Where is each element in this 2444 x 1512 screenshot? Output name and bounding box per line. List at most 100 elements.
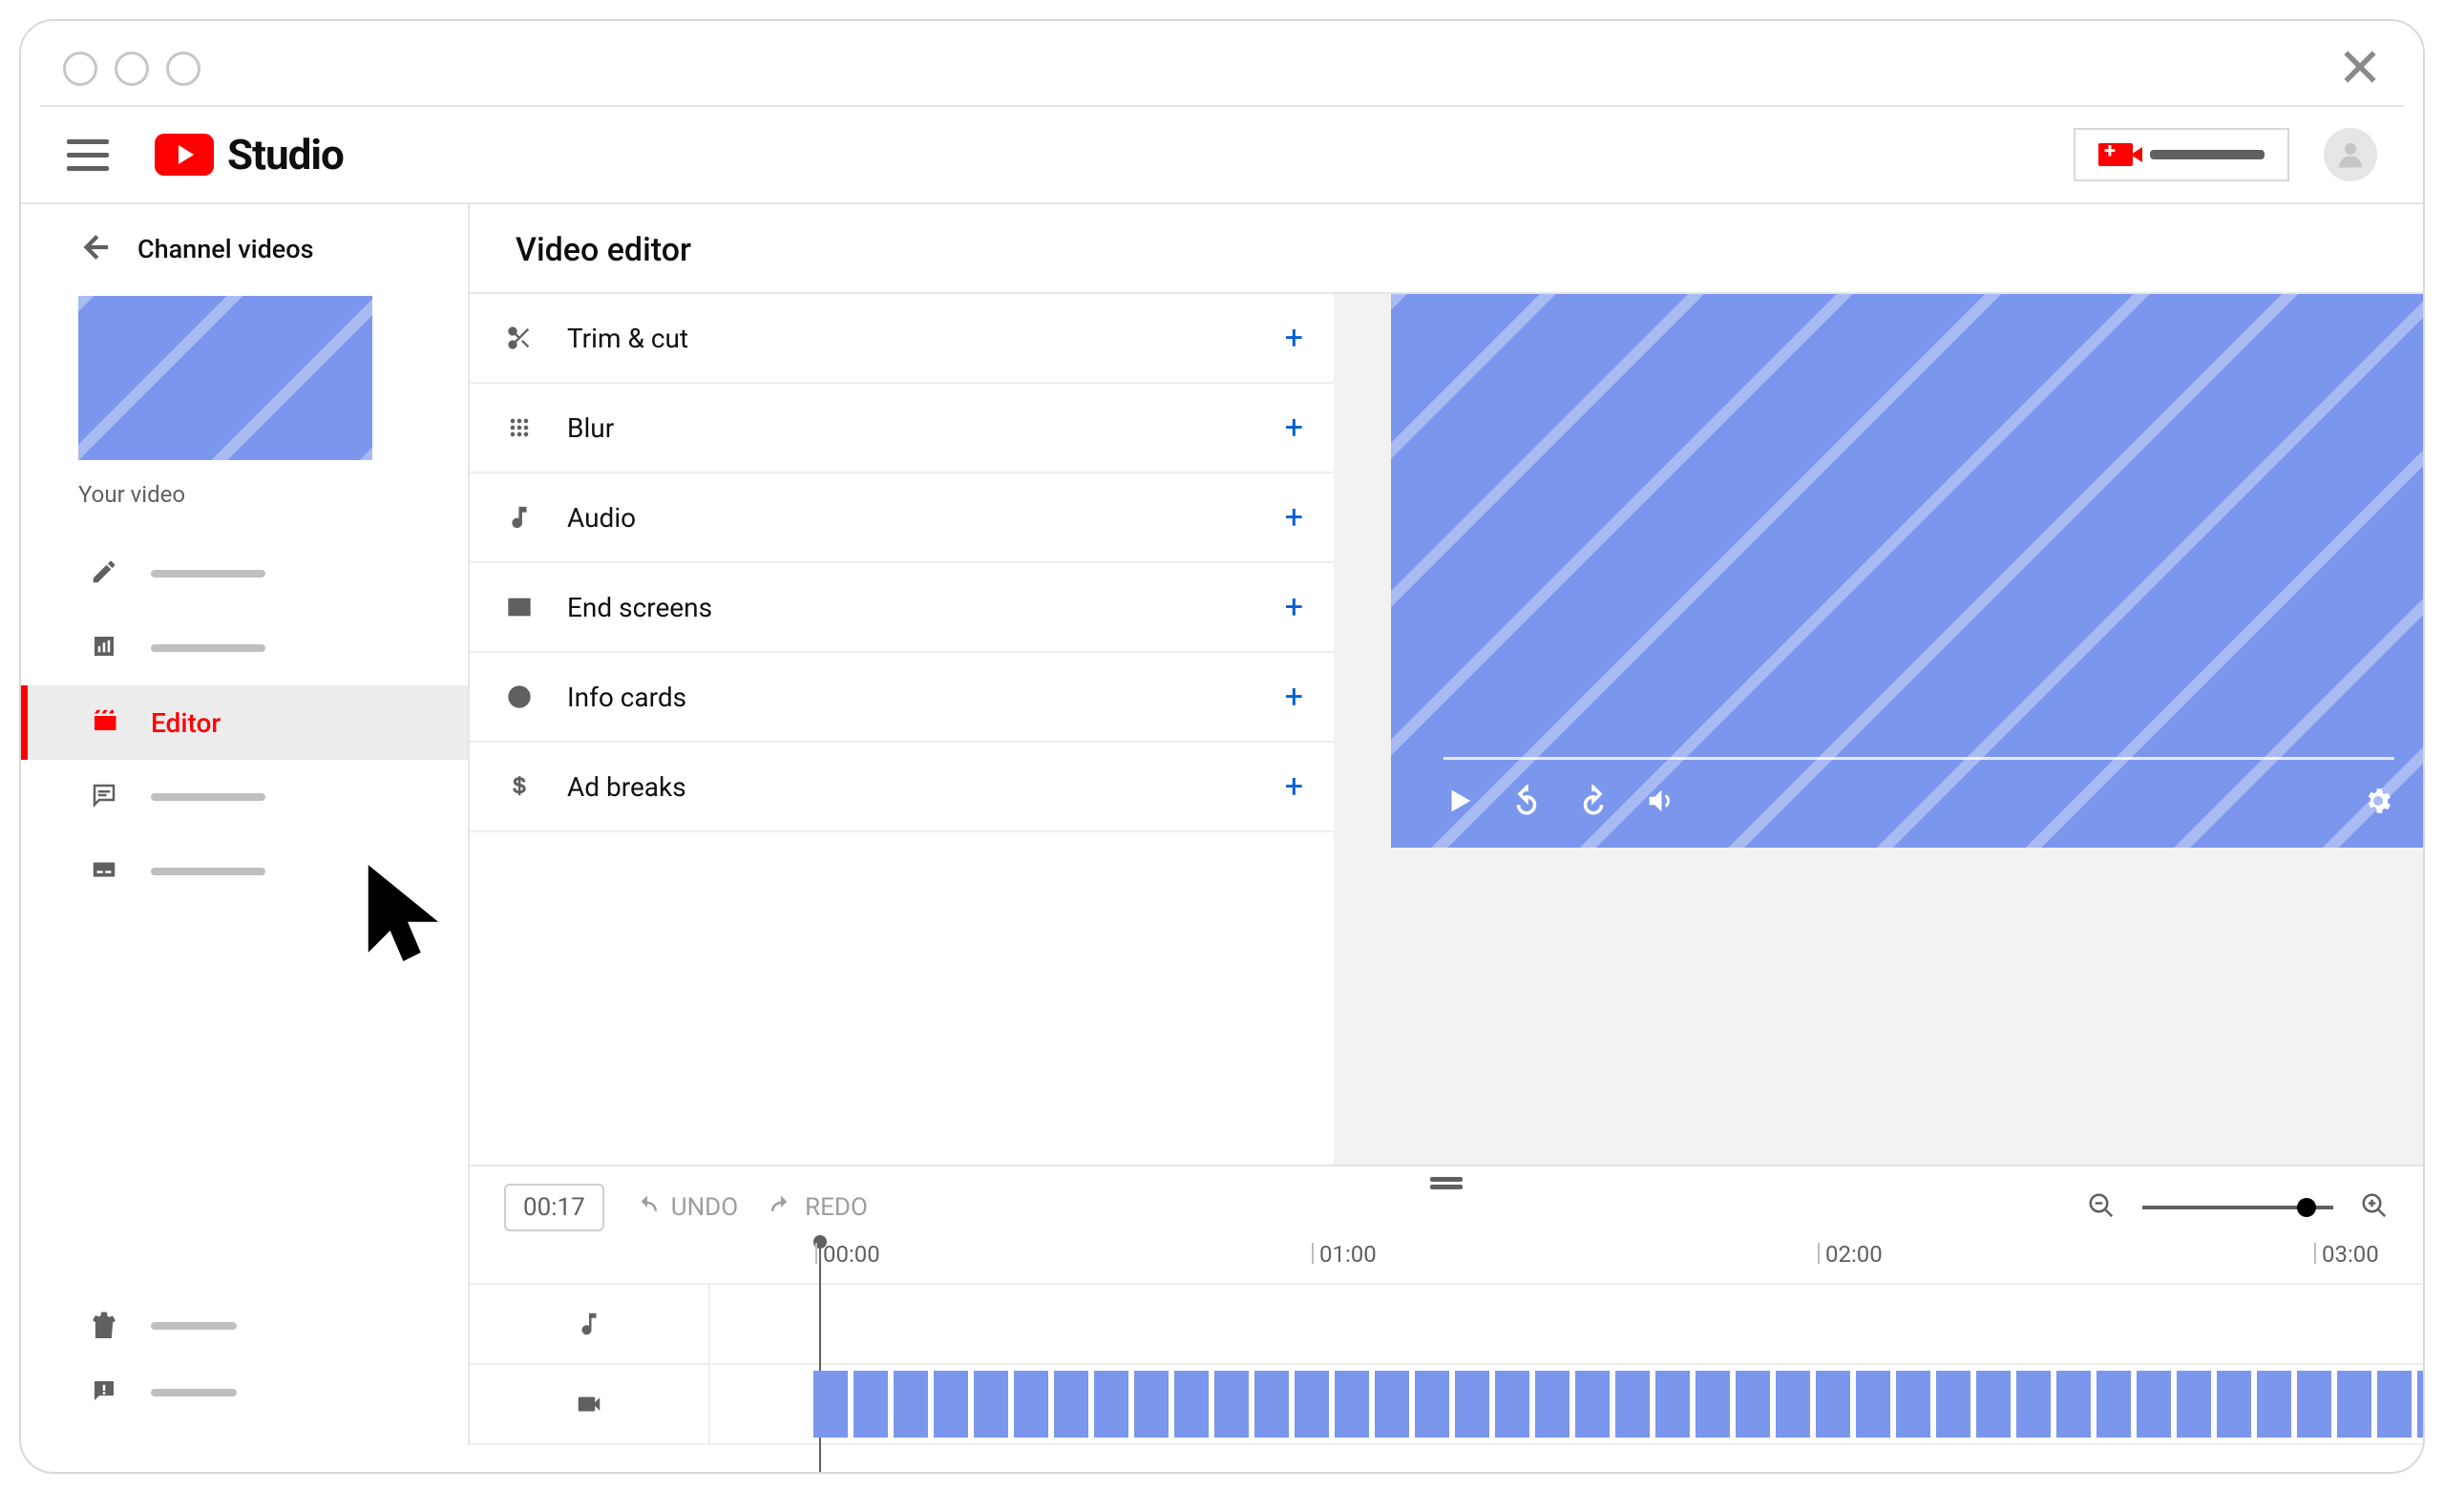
sidebar-item-details[interactable] bbox=[21, 536, 468, 611]
nav-label-placeholder bbox=[151, 1389, 237, 1396]
timeline-tracks bbox=[470, 1283, 2423, 1445]
tool-label: Blur bbox=[567, 412, 614, 444]
subtitles-icon bbox=[90, 855, 118, 888]
menu-icon[interactable] bbox=[67, 139, 109, 171]
ruler-tick: 00:00 bbox=[823, 1241, 880, 1268]
progress-line[interactable] bbox=[1443, 757, 2394, 760]
create-button[interactable] bbox=[2074, 128, 2289, 181]
sidebar-item-feedback[interactable] bbox=[21, 1359, 468, 1426]
add-icon[interactable]: + bbox=[1285, 588, 1303, 626]
preview-wrap bbox=[1334, 292, 2423, 1165]
ruler-tick: 02:00 bbox=[1825, 1241, 1883, 1268]
ruler-tick: 03:00 bbox=[2322, 1241, 2379, 1268]
video-track[interactable] bbox=[470, 1365, 2423, 1445]
play-icon[interactable] bbox=[1443, 785, 1476, 821]
sidebar-bottom-nav bbox=[21, 1292, 468, 1426]
tool-label: End screens bbox=[567, 592, 712, 623]
editor-clapper-icon bbox=[90, 706, 118, 739]
video-track-icon bbox=[470, 1365, 710, 1443]
sidebar-item-analytics[interactable] bbox=[21, 611, 468, 685]
audio-track[interactable] bbox=[470, 1285, 2423, 1365]
add-icon[interactable]: + bbox=[1285, 319, 1303, 357]
zoom-out-icon[interactable] bbox=[2087, 1191, 2116, 1224]
video-clip[interactable] bbox=[813, 1371, 2423, 1438]
traffic-lights bbox=[63, 52, 200, 86]
nav-label: Editor bbox=[151, 707, 221, 739]
back-label: Channel videos bbox=[137, 234, 313, 264]
app-body: Channel videos Your video bbox=[21, 204, 2423, 1445]
traffic-dot[interactable] bbox=[63, 52, 97, 86]
tool-blur[interactable]: Blur + bbox=[470, 384, 1334, 473]
timecode-input[interactable]: 00:17 bbox=[504, 1184, 604, 1231]
tool-ad-breaks[interactable]: $ Ad breaks + bbox=[470, 743, 1334, 832]
studio-logo[interactable]: Studio bbox=[155, 130, 344, 179]
studio-label: Studio bbox=[227, 130, 344, 179]
redo-label: REDO bbox=[805, 1193, 868, 1222]
ruler-tick: 01:00 bbox=[1319, 1241, 1377, 1268]
audio-track-body[interactable] bbox=[710, 1285, 2423, 1363]
dollar-icon: $ bbox=[500, 773, 538, 800]
sidebar-item-editor[interactable]: Editor bbox=[21, 685, 468, 760]
info-icon bbox=[500, 683, 538, 710]
traffic-dot[interactable] bbox=[115, 52, 149, 86]
analytics-icon bbox=[90, 632, 118, 664]
nav-label-placeholder bbox=[151, 868, 265, 875]
your-video-label: Your video bbox=[78, 481, 426, 508]
youtube-play-icon bbox=[155, 134, 214, 176]
tool-trim-cut[interactable]: Trim & cut + bbox=[470, 294, 1334, 384]
resize-handle-icon[interactable] bbox=[1430, 1174, 1463, 1192]
settings-gear-icon[interactable] bbox=[2362, 785, 2394, 821]
sidebar-item-subtitles[interactable] bbox=[21, 834, 468, 909]
tool-audio[interactable]: Audio + bbox=[470, 473, 1334, 563]
nav-label-placeholder bbox=[151, 644, 265, 652]
sidebar: Channel videos Your video bbox=[21, 204, 470, 1445]
editor-top: Trim & cut + Blur + Audio bbox=[470, 292, 2423, 1165]
add-icon[interactable]: + bbox=[1285, 767, 1303, 806]
timeline-ruler[interactable]: 00:00 01:00 02:00 03:00 bbox=[813, 1241, 2389, 1283]
main: Video editor Trim & cut + bbox=[470, 204, 2423, 1445]
forward-icon[interactable] bbox=[1577, 785, 1610, 821]
timeline-controls: 00:17 UNDO REDO bbox=[470, 1165, 2423, 1241]
main-header: Video editor bbox=[470, 204, 2423, 292]
gear-icon bbox=[90, 1310, 118, 1342]
nav-label-placeholder bbox=[151, 793, 265, 801]
undo-button[interactable]: UNDO bbox=[633, 1193, 738, 1222]
tool-label: Trim & cut bbox=[567, 323, 688, 354]
tool-info-cards[interactable]: Info cards + bbox=[470, 653, 1334, 743]
music-note-icon bbox=[500, 504, 538, 531]
video-thumbnail[interactable] bbox=[78, 296, 372, 460]
scissors-icon bbox=[500, 325, 538, 351]
zoom-controls bbox=[2087, 1191, 2389, 1224]
volume-icon[interactable] bbox=[1644, 785, 1676, 821]
account-avatar[interactable] bbox=[2324, 128, 2377, 181]
end-screen-icon bbox=[500, 594, 538, 620]
rewind-icon[interactable] bbox=[1510, 785, 1543, 821]
zoom-in-icon[interactable] bbox=[2360, 1191, 2389, 1224]
audio-track-icon bbox=[470, 1285, 710, 1363]
svg-text:$: $ bbox=[514, 773, 526, 798]
page-title: Video editor bbox=[516, 231, 2377, 269]
tool-label: Audio bbox=[567, 502, 636, 534]
preview-controls bbox=[1443, 785, 2394, 821]
redo-button[interactable]: REDO bbox=[767, 1193, 868, 1222]
add-icon[interactable]: + bbox=[1285, 409, 1303, 447]
back-to-channel-videos[interactable]: Channel videos bbox=[21, 231, 468, 290]
zoom-slider[interactable] bbox=[2142, 1206, 2333, 1209]
tool-end-screens[interactable]: End screens + bbox=[470, 563, 1334, 653]
close-icon[interactable] bbox=[2339, 46, 2381, 92]
feedback-icon bbox=[90, 1376, 118, 1409]
back-arrow-icon bbox=[78, 231, 111, 267]
video-track-body[interactable] bbox=[710, 1365, 2423, 1443]
blur-grid-icon bbox=[500, 414, 538, 441]
add-icon[interactable]: + bbox=[1285, 498, 1303, 536]
create-label-placeholder bbox=[2150, 150, 2265, 159]
sidebar-nav: Editor bbox=[21, 536, 468, 909]
video-preview[interactable] bbox=[1391, 294, 2423, 848]
traffic-dot[interactable] bbox=[166, 52, 200, 86]
nav-label-placeholder bbox=[151, 1322, 237, 1330]
sidebar-item-comments[interactable] bbox=[21, 760, 468, 834]
comment-icon bbox=[90, 781, 118, 813]
sidebar-item-settings[interactable] bbox=[21, 1292, 468, 1359]
nav-label-placeholder bbox=[151, 570, 265, 578]
add-icon[interactable]: + bbox=[1285, 678, 1303, 716]
